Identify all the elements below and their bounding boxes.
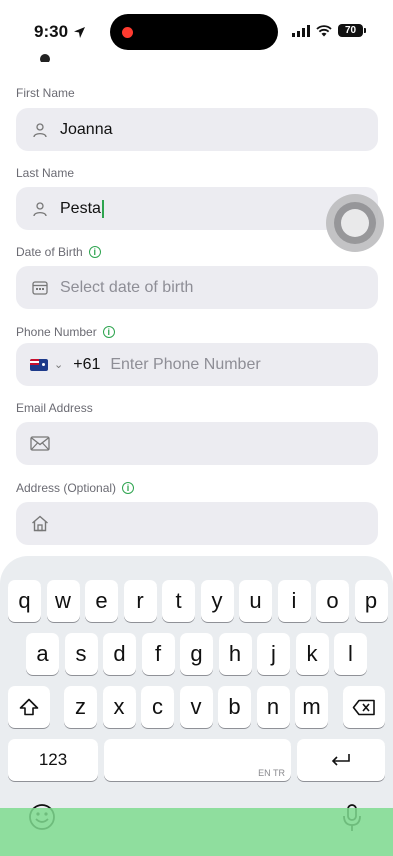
dob-placeholder: Select date of birth xyxy=(60,278,194,296)
key-b[interactable]: b xyxy=(218,686,251,728)
key-x[interactable]: x xyxy=(102,686,136,728)
key-t[interactable]: t xyxy=(162,580,195,622)
person-icon xyxy=(30,120,50,140)
key-m[interactable]: m xyxy=(295,686,328,728)
status-icons: 70 xyxy=(292,24,366,37)
key-v[interactable]: v xyxy=(179,686,213,728)
calendar-icon xyxy=(30,278,50,298)
language-hint: EN TR xyxy=(258,768,285,778)
key-j[interactable]: j xyxy=(257,633,290,675)
last-name-label: Last Name xyxy=(16,166,75,180)
last-name-field[interactable]: Pesta xyxy=(16,187,378,230)
info-icon[interactable]: i xyxy=(88,246,101,258)
key-a[interactable]: a xyxy=(26,633,59,675)
numbers-key[interactable]: 123 xyxy=(8,739,98,781)
key-s[interactable]: s xyxy=(64,633,98,675)
key-u[interactable]: u xyxy=(239,580,272,622)
page-title-peek xyxy=(40,48,140,62)
key-k[interactable]: k xyxy=(295,633,329,675)
key-r[interactable]: r xyxy=(123,580,157,622)
delete-key[interactable] xyxy=(343,686,385,728)
battery-icon: 70 xyxy=(338,24,366,37)
dynamic-island xyxy=(110,14,278,50)
address-label: Address (Optional) i xyxy=(16,481,135,495)
dob-field[interactable]: Select date of birth xyxy=(16,266,378,309)
phone-label: Phone Number i xyxy=(16,325,115,339)
key-q[interactable]: q xyxy=(8,580,41,622)
first-name-label: First Name xyxy=(16,86,75,100)
info-icon[interactable]: i xyxy=(122,482,135,494)
key-w[interactable]: w xyxy=(46,580,80,622)
key-l[interactable]: l xyxy=(334,633,367,675)
shift-key[interactable] xyxy=(8,686,50,728)
return-key[interactable] xyxy=(297,739,385,781)
phone-field[interactable]: ⌄ +61 Enter Phone Number xyxy=(16,343,378,386)
email-label: Email Address xyxy=(16,401,93,415)
key-c[interactable]: c xyxy=(141,686,174,728)
cellular-signal-icon xyxy=(292,24,310,37)
delete-icon xyxy=(352,699,375,715)
key-g[interactable]: g xyxy=(180,633,213,675)
envelope-icon xyxy=(30,434,50,454)
key-f[interactable]: f xyxy=(141,633,175,675)
address-field[interactable] xyxy=(16,502,378,545)
submit-button-peek xyxy=(0,808,393,856)
person-icon xyxy=(30,199,50,219)
time-text: 9:30 xyxy=(34,22,69,41)
location-arrow-icon xyxy=(74,26,86,38)
country-code[interactable]: +61 xyxy=(73,356,100,374)
key-n[interactable]: n xyxy=(256,686,290,728)
text-cursor xyxy=(101,199,104,218)
chevron-down-icon[interactable]: ⌄ xyxy=(54,358,63,371)
phone-placeholder: Enter Phone Number xyxy=(110,355,261,373)
key-i[interactable]: i xyxy=(277,580,311,622)
info-icon[interactable]: i xyxy=(102,326,115,338)
touch-indicator xyxy=(326,194,384,252)
battery-level: 70 xyxy=(344,25,357,36)
return-icon xyxy=(331,754,350,766)
wifi-icon xyxy=(316,24,332,36)
status-time: 9:30 xyxy=(34,22,86,42)
shift-icon xyxy=(19,698,39,716)
dob-label: Date of Birth i xyxy=(16,245,101,259)
email-field[interactable] xyxy=(16,422,378,465)
key-d[interactable]: d xyxy=(103,633,136,675)
key-y[interactable]: y xyxy=(200,580,234,622)
first-name-value: Joanna xyxy=(60,120,113,138)
key-p[interactable]: p xyxy=(354,580,388,622)
recording-indicator-icon xyxy=(122,27,133,38)
first-name-field[interactable]: Joanna xyxy=(16,108,378,151)
key-z[interactable]: z xyxy=(64,686,97,728)
space-key[interactable]: EN TR xyxy=(104,739,291,781)
key-h[interactable]: h xyxy=(218,633,252,675)
home-icon xyxy=(30,514,50,534)
last-name-value: Pesta xyxy=(60,199,101,217)
key-o[interactable]: o xyxy=(316,580,349,622)
key-e[interactable]: e xyxy=(85,580,118,622)
australia-flag-icon[interactable] xyxy=(30,358,48,371)
